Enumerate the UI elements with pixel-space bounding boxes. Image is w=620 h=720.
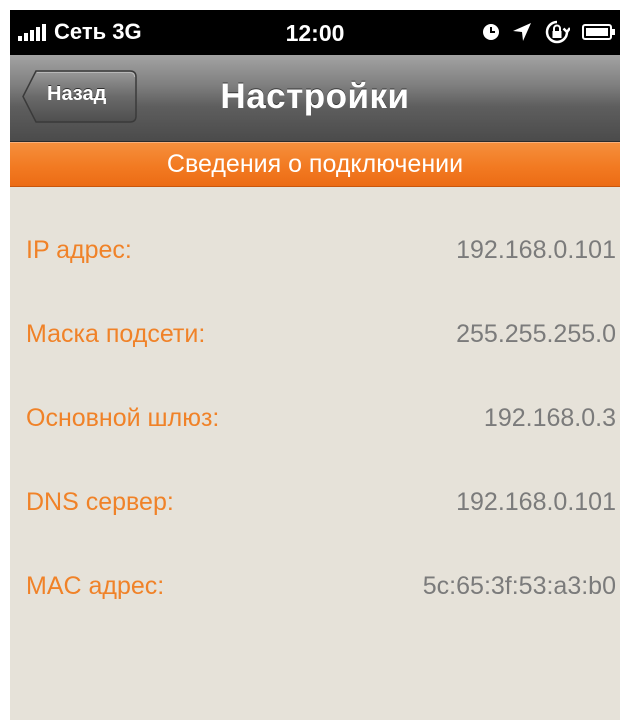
gateway-value: 192.168.0.3 xyxy=(483,404,616,432)
battery-icon xyxy=(582,23,616,41)
dns-server-label: DNS сервер: xyxy=(26,488,174,516)
dns-server-value: 192.168.0.101 xyxy=(456,488,616,516)
rotation-lock-icon xyxy=(544,19,570,45)
gateway-label: Основной шлюз: xyxy=(26,404,220,432)
ip-address-value: 192.168.0.101 xyxy=(456,236,616,264)
location-arrow-icon xyxy=(512,22,532,42)
status-bar: Сеть 3G 12:00 xyxy=(10,10,620,55)
navigation-bar: Назад Настройки xyxy=(10,55,620,142)
status-right xyxy=(470,19,616,45)
mac-address-row: MAC адрес: 5c:65:3f:53:a3:b0 xyxy=(10,572,620,612)
section-header: Сведения о подключении xyxy=(10,142,620,187)
dns-server-row: DNS сервер: 192.168.0.101 xyxy=(10,488,620,528)
clock-icon xyxy=(482,23,500,41)
ip-address-label: IP адрес: xyxy=(26,236,132,264)
subnet-mask-label: Маска подсети: xyxy=(26,320,206,348)
gateway-row: Основной шлюз: 192.168.0.3 xyxy=(10,404,620,444)
subnet-mask-value: 255.255.255.0 xyxy=(456,320,616,348)
subnet-mask-row: Маска подсети: 255.255.255.0 xyxy=(10,320,620,360)
device-frame: Сеть 3G 12:00 Назад Настройки Сведения о… xyxy=(0,0,620,720)
mac-address-value: 5c:65:3f:53:a3:b0 xyxy=(422,572,616,600)
mac-address-label: MAC адрес: xyxy=(26,572,165,600)
page-title: Настройки xyxy=(220,77,410,116)
settings-screen: Сеть 3G 12:00 Назад Настройки Сведения о… xyxy=(10,10,620,720)
ip-address-row: IP адрес: 192.168.0.101 xyxy=(10,236,620,276)
